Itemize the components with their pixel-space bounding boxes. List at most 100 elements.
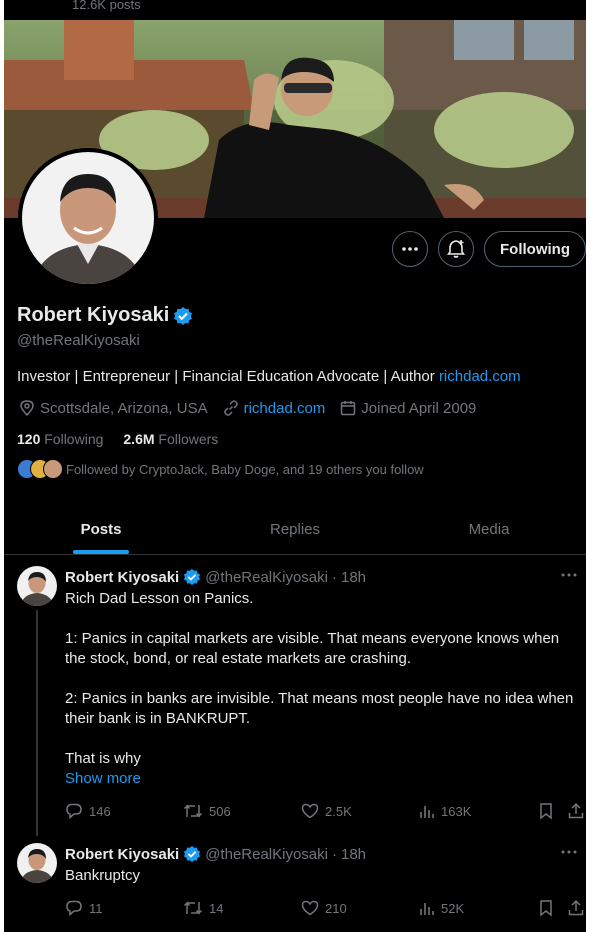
verified-badge-icon <box>184 568 201 586</box>
location-text: Scottsdale, Arizona, USA <box>40 399 208 417</box>
following-count-link[interactable]: 120 Following <box>17 431 103 447</box>
reply-count: 11 <box>89 900 103 916</box>
more-icon <box>561 573 577 577</box>
more-icon <box>402 247 418 251</box>
profile-avatar[interactable] <box>18 148 158 288</box>
show-more-link[interactable]: Show more <box>65 769 575 789</box>
tweet-more-button[interactable] <box>560 843 578 866</box>
repost-count: 14 <box>209 900 224 916</box>
bookmark-icon <box>540 900 552 917</box>
tweet-line: Bankruptcy <box>65 867 141 884</box>
link-icon <box>223 400 238 416</box>
tweet-avatar[interactable] <box>17 843 57 883</box>
repost-button[interactable]: 506 <box>183 802 301 820</box>
profile-page: 12.6K posts Following Robert Kiyosaki @t… <box>4 0 586 932</box>
tweet-time[interactable]: 18h <box>341 846 366 863</box>
following-label: Following <box>44 431 104 447</box>
share-button[interactable] <box>567 802 585 820</box>
following-button[interactable]: Following <box>484 231 586 267</box>
avatar-image <box>17 843 57 883</box>
tweet-author-name[interactable]: Robert Kiyosaki <box>65 846 179 863</box>
followed-by-text: Followed by CryptoJack, Baby Doge, and 1… <box>66 461 424 477</box>
like-icon <box>301 900 319 916</box>
profile-actions: Following <box>392 231 586 267</box>
more-icon <box>561 850 577 854</box>
tweet[interactable]: Robert Kiyosaki @theRealKiyosaki · 18h B… <box>4 836 586 932</box>
tweet-time[interactable]: 18h <box>341 569 366 586</box>
like-count: 2.5K <box>325 803 352 819</box>
profile-meta: Scottsdale, Arizona, USA richdad.com Joi… <box>18 399 486 417</box>
views-count: 163K <box>441 803 472 819</box>
avatar-image <box>22 152 154 284</box>
following-count: 120 <box>17 431 41 447</box>
like-button[interactable]: 210 <box>301 899 419 917</box>
joined-text: Joined April 2009 <box>361 399 477 417</box>
tweet-line: That is why <box>65 750 141 767</box>
tweet-author-handle[interactable]: @theRealKiyosaki <box>205 846 328 863</box>
tweet-actions: 11 14 210 52K <box>65 899 585 917</box>
tweet-more-button[interactable] <box>560 566 578 589</box>
tweet-line: Rich Dad Lesson on Panics. <box>65 590 254 607</box>
tab-media[interactable]: Media <box>392 505 586 554</box>
tweet-author-name[interactable]: Robert Kiyosaki <box>65 569 179 586</box>
tab-posts[interactable]: Posts <box>4 505 198 554</box>
bio-text: Investor | Entrepreneur | Financial Educ… <box>17 368 439 385</box>
follow-counts: 120 Following 2.6M Followers <box>17 431 218 447</box>
like-button[interactable]: 2.5K <box>301 802 419 820</box>
verified-badge-icon[interactable] <box>173 306 193 326</box>
views-button[interactable]: 163K <box>419 802 537 820</box>
calendar-icon <box>341 401 356 416</box>
tweet-avatar[interactable] <box>17 566 57 606</box>
tweet-header: Robert Kiyosaki @theRealKiyosaki · 18h <box>65 568 366 586</box>
tweet-line: 2: Panics in banks are invisible. That m… <box>65 690 574 727</box>
tab-replies[interactable]: Replies <box>198 505 392 554</box>
profile-name-row: Robert Kiyosaki <box>17 304 193 327</box>
like-icon <box>301 803 319 819</box>
repost-icon <box>183 901 203 915</box>
tweet-text: Bankruptcy <box>65 866 575 886</box>
location-item: Scottsdale, Arizona, USA <box>18 399 208 417</box>
thread-line <box>36 610 38 836</box>
share-button[interactable] <box>567 899 585 917</box>
website-link[interactable]: richdad.com <box>244 400 326 417</box>
repost-icon <box>183 804 203 818</box>
followers-label: Followers <box>158 431 219 447</box>
followers-count: 2.6M <box>123 431 155 447</box>
more-button[interactable] <box>392 231 429 267</box>
joined-item: Joined April 2009 <box>339 399 476 417</box>
posts-count: 12.6K posts <box>72 0 141 12</box>
notifications-button[interactable] <box>438 231 475 267</box>
tweet-author-handle[interactable]: @theRealKiyosaki <box>205 569 328 586</box>
reply-count: 146 <box>89 803 111 819</box>
followers-count-link[interactable]: 2.6M Followers <box>123 431 218 447</box>
tweet[interactable]: Robert Kiyosaki @theRealKiyosaki · 18h R… <box>4 556 586 836</box>
repost-count: 506 <box>209 803 231 819</box>
like-count: 210 <box>325 900 347 916</box>
views-count: 52K <box>441 900 465 916</box>
tweet-header: Robert Kiyosaki @theRealKiyosaki · 18h <box>65 845 366 863</box>
bookmark-icon <box>540 803 552 820</box>
website-item: richdad.com <box>222 399 326 417</box>
tweet-actions: 146 506 2.5K 163K <box>65 802 585 820</box>
bookmark-button[interactable] <box>537 802 555 820</box>
tweet-separator: · <box>332 845 337 863</box>
share-icon <box>568 899 584 916</box>
views-button[interactable]: 52K <box>419 899 537 917</box>
reply-button[interactable]: 11 <box>65 899 183 917</box>
bookmark-button[interactable] <box>537 899 555 917</box>
repost-button[interactable]: 14 <box>183 899 301 917</box>
tweet-separator: · <box>332 568 337 586</box>
profile-name: Robert Kiyosaki <box>17 304 170 326</box>
mini-avatar <box>43 459 63 479</box>
followed-by[interactable]: Followed by CryptoJack, Baby Doge, and 1… <box>17 459 424 479</box>
tweet-line: 1: Panics in capital markets are visible… <box>65 630 560 667</box>
reply-button[interactable]: 146 <box>65 802 183 820</box>
bio-link[interactable]: richdad.com <box>439 368 521 385</box>
share-icon <box>568 802 584 819</box>
reply-icon <box>66 900 82 917</box>
profile-tabs: Posts Replies Media <box>4 505 586 555</box>
profile-handle: @theRealKiyosaki <box>17 332 140 349</box>
